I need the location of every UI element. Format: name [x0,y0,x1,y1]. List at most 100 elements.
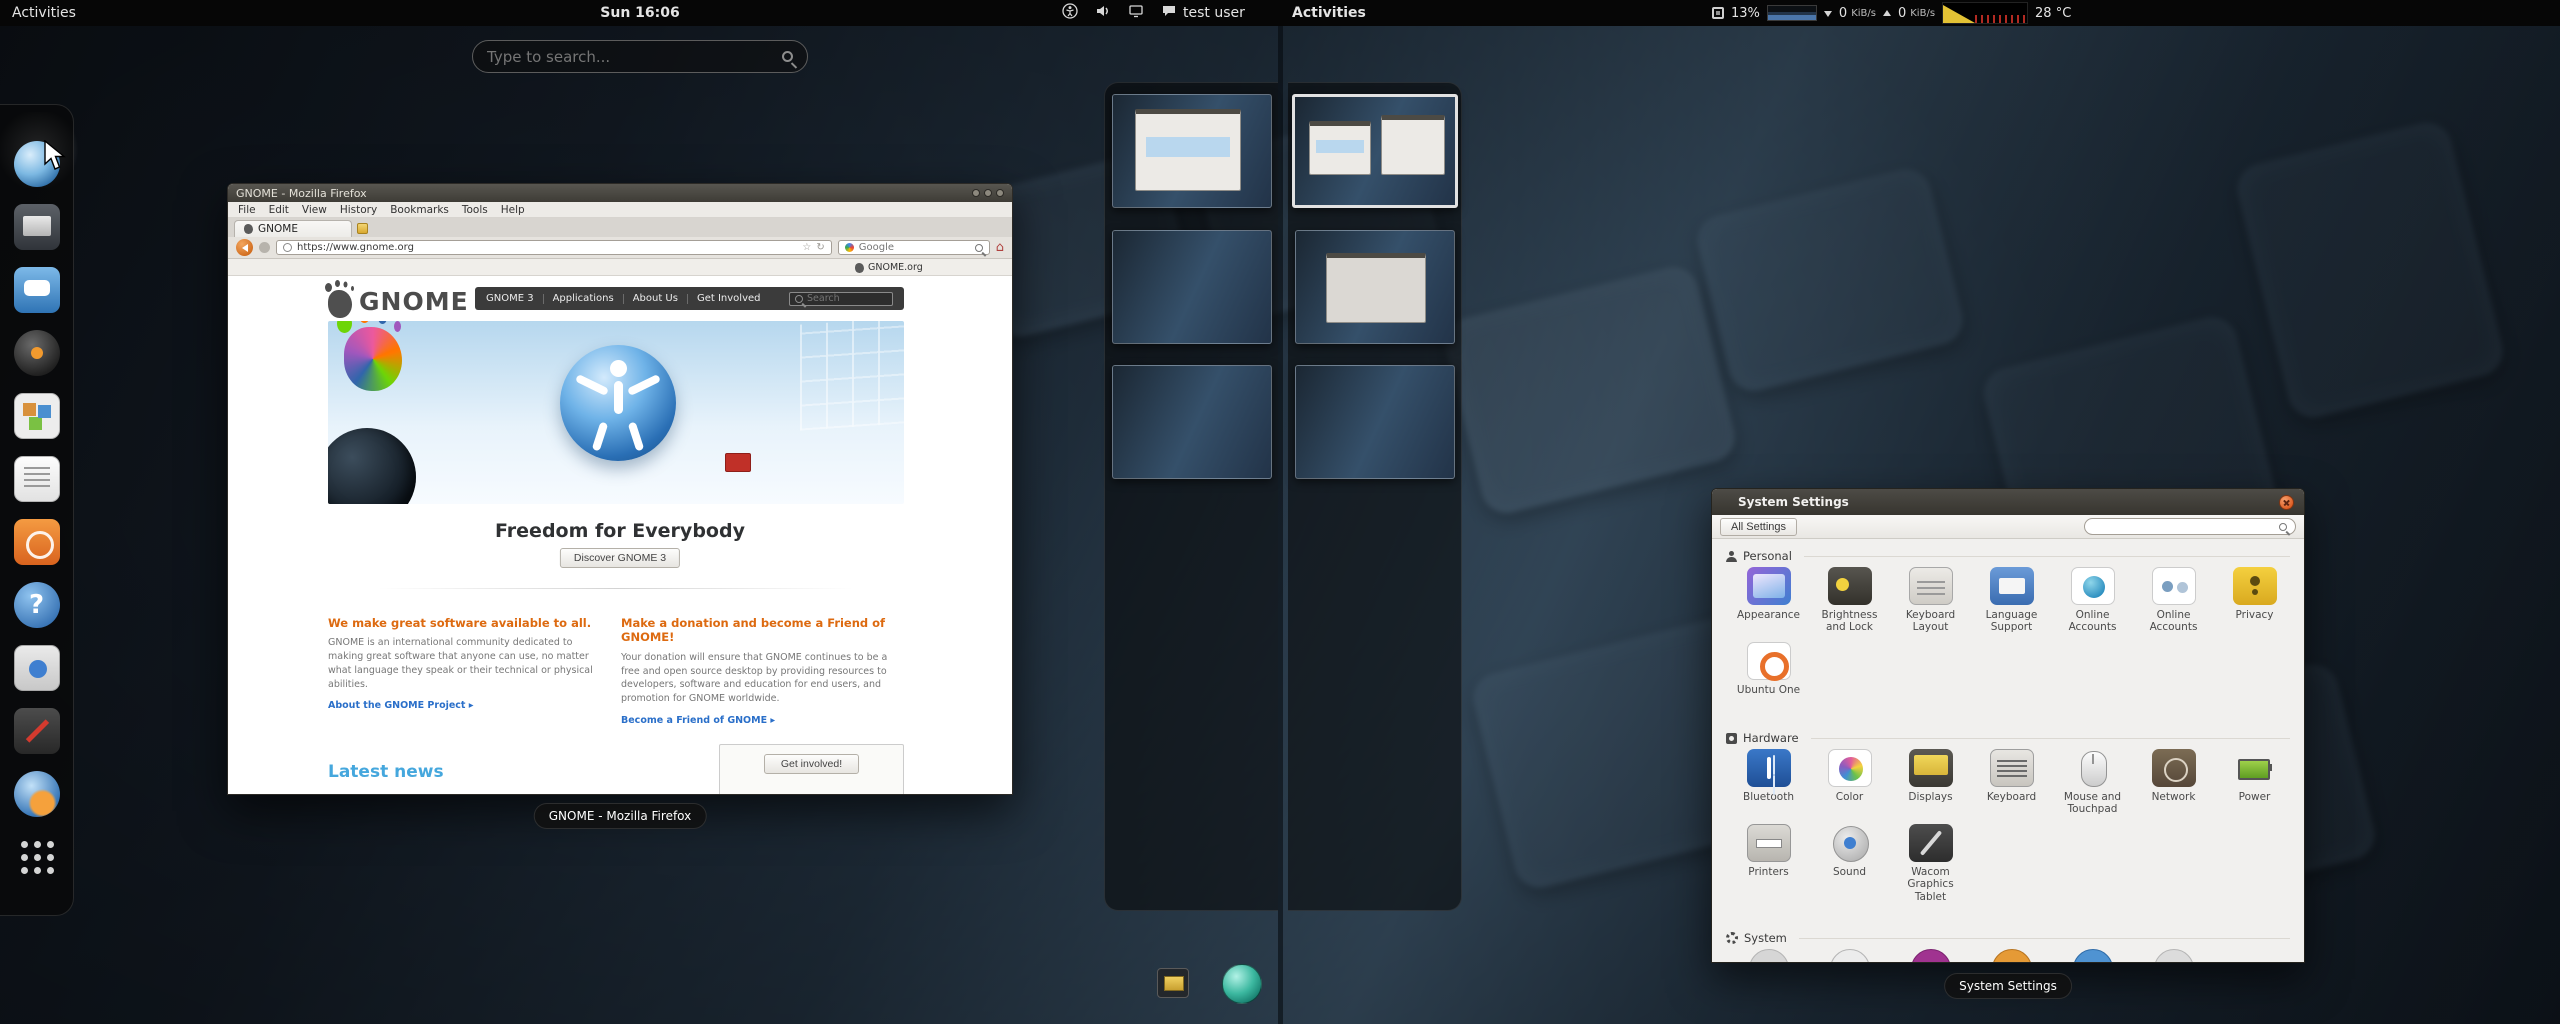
cpu-history-graph[interactable] [1767,5,1817,21]
activities-button-right[interactable]: Activities [1286,0,1372,26]
settings-item-online-accounts[interactable]: Online Accounts [2052,567,2133,634]
menu-history[interactable]: History [340,204,377,216]
reload-icon[interactable]: ↻ [816,243,824,253]
settings-search-input[interactable] [2093,521,2279,532]
settings-item-online-accounts-2[interactable]: Online Accounts [2133,567,2214,634]
display-input-icon[interactable] [1128,3,1144,23]
dash-item-music-player[interactable] [14,645,60,691]
temperature-graph[interactable] [1942,2,2028,24]
hero-gnome-logo-colorful [344,327,402,391]
settings-item-power[interactable]: Power [2214,749,2295,816]
get-involved-button[interactable]: Get involved! [764,754,859,774]
forward-button[interactable] [259,242,270,253]
settings-item-printers[interactable]: Printers [1728,824,1809,903]
home-button[interactable]: ⌂ [996,241,1004,254]
settings-titlebar[interactable]: System Settings [1712,489,2304,515]
dash-item-chat[interactable] [14,267,60,313]
tab-gnome[interactable]: GNOME [234,220,352,237]
nav-gnome3[interactable]: GNOME 3 [486,293,534,304]
settings-item-network[interactable]: Network [2133,749,2214,816]
bookmark-gnome-org[interactable]: GNOME.org [850,261,928,274]
url-input[interactable] [297,242,797,253]
settings-item-ubuntu-one[interactable]: Ubuntu One [1728,642,1809,696]
workspace-thumbnail-6[interactable] [1295,365,1455,479]
menu-edit[interactable]: Edit [269,204,289,216]
discover-gnome3-button[interactable]: Discover GNOME 3 [560,548,680,568]
workspace-thumbnail-2-active[interactable] [1292,94,1458,208]
minimize-button[interactable] [972,189,980,197]
settings-item-bluetooth[interactable]: Bluetooth [1728,749,1809,816]
settings-item-label: Wacom Graphics Tablet [1892,866,1970,903]
settings-item-brightness-and-lock[interactable]: Brightness and Lock [1809,567,1890,634]
nav-get-involved[interactable]: Get Involved [697,293,761,304]
system-item-icon-partial[interactable] [1911,949,1951,963]
dash-item-software-center[interactable] [14,519,60,565]
settings-item-mouse-and-touchpad[interactable]: Mouse and Touchpad [2052,749,2133,816]
gnome-logo[interactable]: GNOME [328,284,469,318]
system-item-icon-partial[interactable] [1749,949,1789,963]
dash-item-mail[interactable] [14,204,60,250]
menu-help[interactable]: Help [501,204,525,216]
all-settings-button[interactable]: All Settings [1720,518,1797,536]
workspace-thumbnail-1[interactable] [1112,94,1272,208]
menu-tools[interactable]: Tools [462,204,488,216]
tray-orb-icon[interactable] [1222,964,1262,1004]
settings-item-keyboard[interactable]: Keyboard [1971,749,2052,816]
settings-item-keyboard-layout[interactable]: Keyboard Layout [1890,567,1971,634]
system-item-icon-partial[interactable] [2154,949,2194,963]
close-button[interactable] [2279,495,2294,510]
dash-item-document-viewer[interactable] [14,456,60,502]
dash-item-system-tool[interactable] [14,708,60,754]
workspace-thumbnail-3[interactable] [1112,230,1272,344]
settings-item-label: Displays [1908,791,1952,803]
search-go-icon[interactable] [975,244,983,252]
dash-item-help[interactable]: ? [14,582,60,628]
back-button[interactable] [236,239,253,256]
firefox-window[interactable]: GNOME - Mozilla Firefox File Edit View H… [227,183,1013,795]
dash-item-photo-manager[interactable] [14,393,60,439]
cpu-percent[interactable]: 13% [1731,6,1760,21]
show-applications-button[interactable] [14,834,60,880]
about-gnome-link[interactable]: About the GNOME Project ▸ [328,700,474,711]
system-monitor-applets: 13% 0 KiB/s 0 KiB/s 28 °C [1706,0,2077,26]
activities-button-left[interactable]: Activities [6,0,82,26]
settings-item-wacom-graphics-tablet[interactable]: Wacom Graphics Tablet [1890,824,1971,903]
site-search-input[interactable] [807,293,887,304]
system-item-icon-partial[interactable] [1992,949,2032,963]
dash-item-media-player[interactable] [14,330,60,376]
net-up-value[interactable]: 0 [1898,6,1906,21]
web-search-input[interactable] [859,242,970,253]
settings-item-displays[interactable]: Displays [1890,749,1971,816]
system-settings-window[interactable]: System Settings All Settings Personal Ap… [1711,488,2305,963]
workspace-thumbnail-4[interactable] [1295,230,1455,344]
friend-of-gnome-link[interactable]: Become a Friend of GNOME ▸ [621,715,775,726]
menu-view[interactable]: View [302,204,327,216]
user-menu[interactable]: test user [1161,3,1245,23]
settings-item-sound[interactable]: Sound [1809,824,1890,903]
settings-item-language-support[interactable]: Language Support [1971,567,2052,634]
maximize-button[interactable] [984,189,992,197]
settings-item-privacy[interactable]: Privacy [2214,567,2295,634]
system-item-icon-partial[interactable] [2073,949,2113,963]
site-identity-icon[interactable] [283,243,292,252]
menu-file[interactable]: File [238,204,256,216]
nav-about-us[interactable]: About Us [633,293,678,304]
dash-item-internet-app[interactable] [14,771,60,817]
temperature-value[interactable]: 28 °C [2035,6,2071,21]
clock[interactable]: Sun 16:06 [594,0,685,26]
menu-bookmarks[interactable]: Bookmarks [390,204,449,216]
system-item-icon-partial[interactable] [1830,949,1870,963]
volume-icon[interactable] [1095,3,1111,23]
search-engine-icon[interactable] [845,243,854,252]
tray-windows-icon[interactable] [1157,968,1189,998]
bookmark-star-icon[interactable]: ☆ [802,243,811,253]
firefox-titlebar[interactable]: GNOME - Mozilla Firefox [228,184,1012,202]
settings-item-appearance[interactable]: Appearance [1728,567,1809,634]
close-button[interactable] [996,189,1004,197]
workspace-thumbnail-5[interactable] [1112,365,1272,479]
nav-applications[interactable]: Applications [553,293,614,304]
accessibility-icon[interactable] [1062,3,1078,23]
settings-item-color[interactable]: Color [1809,749,1890,816]
net-down-value[interactable]: 0 [1839,6,1847,21]
overview-search-input[interactable] [487,48,782,66]
